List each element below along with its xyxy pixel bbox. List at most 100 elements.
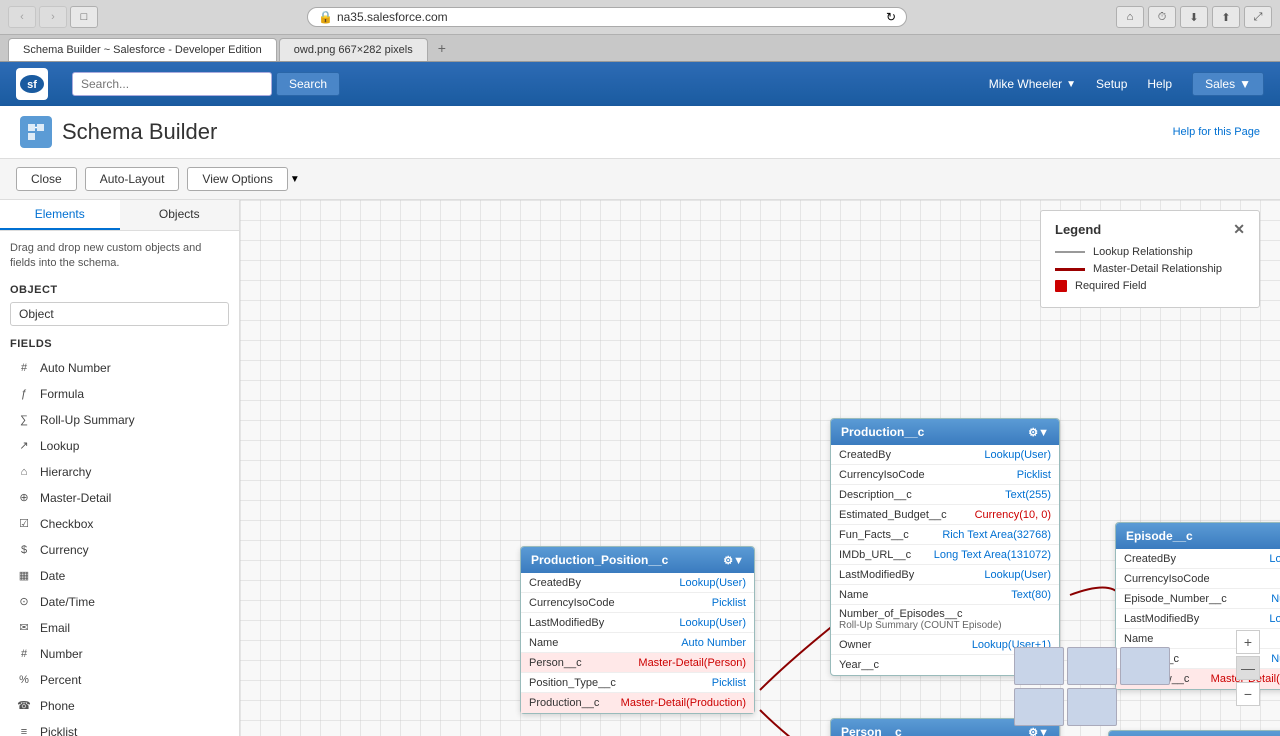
reload-icon[interactable]: ↻: [886, 10, 896, 24]
main-area: Elements Objects Drag and drop new custo…: [0, 200, 1280, 736]
field-lookup[interactable]: ↗ Lookup: [10, 434, 229, 458]
rollup-label: Roll-Up Summary: [40, 413, 135, 427]
email-icon: ✉: [16, 620, 32, 636]
field-row: LastModifiedBy Lookup(User): [831, 565, 1059, 585]
field-row: CurrencyIsoCode Picklist: [521, 593, 754, 613]
production-position-c-title: Production_Position__c: [531, 553, 668, 567]
field-picklist[interactable]: ≡ Picklist: [10, 720, 229, 736]
legend-panel: Legend ✕ Lookup Relationship Master-Deta…: [1040, 210, 1260, 308]
zoom-in-button[interactable]: +: [1236, 630, 1260, 654]
datetime-icon: ⊙: [16, 594, 32, 610]
zoom-reset-button[interactable]: —: [1236, 656, 1260, 680]
object-section-label: OBJECT: [10, 284, 229, 296]
episode-c-header[interactable]: Episode__c ⚙▼: [1116, 523, 1280, 549]
sf-search-area: Search: [72, 72, 340, 96]
partial-card-1: [1014, 647, 1064, 685]
phone-icon: ☎: [16, 698, 32, 714]
download-button[interactable]: ⬇: [1180, 6, 1208, 28]
object-input[interactable]: [10, 302, 229, 326]
phone-label: Phone: [40, 699, 75, 713]
tab-owd[interactable]: owd.png 667×282 pixels: [279, 38, 428, 61]
field-row: CurrencyIsoCode Picklist: [1116, 569, 1280, 589]
tab-schema-builder[interactable]: Schema Builder ~ Salesforce - Developer …: [8, 38, 277, 61]
field-formula[interactable]: ƒ Formula: [10, 382, 229, 406]
tab-objects[interactable]: Objects: [120, 200, 240, 230]
zoom-out-button[interactable]: −: [1236, 682, 1260, 706]
field-row: Number_of_Episodes__c Roll-Up Summary (C…: [831, 605, 1059, 635]
number-icon: #: [16, 646, 32, 662]
sales-button[interactable]: Sales ▼: [1192, 72, 1264, 96]
tab-button[interactable]: □: [70, 6, 98, 28]
sales-label: Sales: [1205, 77, 1235, 91]
auto-layout-button[interactable]: Auto-Layout: [85, 167, 180, 191]
field-row: Fun_Facts__c Rich Text Area(32768): [831, 525, 1059, 545]
checkbox-icon: ☑: [16, 516, 32, 532]
lookup-label: Lookup Relationship: [1093, 246, 1193, 258]
partial-card-2: [1067, 647, 1117, 685]
partial-card-3: [1120, 647, 1170, 685]
help-page-link[interactable]: Help for this Page: [1173, 126, 1260, 138]
setup-link[interactable]: Setup: [1096, 77, 1127, 91]
share-button[interactable]: ⬆: [1212, 6, 1240, 28]
tab-bar: Schema Builder ~ Salesforce - Developer …: [0, 35, 1280, 62]
field-percent[interactable]: % Percent: [10, 668, 229, 692]
field-number[interactable]: # Number: [10, 642, 229, 666]
zoom-button[interactable]: ⤢: [1244, 6, 1272, 28]
lookup-label: Lookup: [40, 439, 79, 453]
legend-close-button[interactable]: ✕: [1233, 221, 1245, 238]
field-datetime[interactable]: ⊙ Date/Time: [10, 590, 229, 614]
field-rollup[interactable]: ∑ Roll-Up Summary: [10, 408, 229, 432]
person-c-title: Person__c: [841, 725, 902, 736]
field-row: CreatedBy Lookup(User): [1116, 549, 1280, 569]
search-button[interactable]: Search: [276, 72, 340, 96]
lock-icon: 🔒: [318, 10, 333, 24]
hierarchy-icon: ⌂: [16, 464, 32, 480]
home-button[interactable]: ⌂: [1116, 6, 1144, 28]
field-row: CurrencyIsoCode Picklist: [831, 465, 1059, 485]
page-title-area: Schema Builder: [20, 116, 217, 148]
field-email[interactable]: ✉ Email: [10, 616, 229, 640]
address-bar[interactable]: [337, 10, 882, 24]
left-panel: Elements Objects Drag and drop new custo…: [0, 200, 240, 736]
view-options-button[interactable]: View Options: [187, 167, 287, 191]
help-link[interactable]: Help: [1147, 77, 1172, 91]
production-position-c-card: Production_Position__c ⚙▼ CreatedBy Look…: [520, 546, 755, 714]
field-row: CreatedBy Lookup(User): [521, 573, 754, 593]
production-c-title: Production__c: [841, 425, 924, 439]
panel-tabs: Elements Objects: [0, 200, 239, 231]
field-checkbox[interactable]: ☑ Checkbox: [10, 512, 229, 536]
email-label: Email: [40, 621, 70, 635]
field-auto-number[interactable]: # Auto Number: [10, 356, 229, 380]
view-options-dropdown[interactable]: View Options ▼: [187, 167, 299, 191]
episode-position-c-card: Episode_Position__c ⚙▼ Person__c Master-…: [1108, 730, 1280, 736]
tab-elements[interactable]: Elements: [0, 200, 120, 230]
production-position-c-gear[interactable]: ⚙▼: [723, 554, 744, 567]
forward-button[interactable]: ›: [39, 6, 67, 28]
toolbar: Close Auto-Layout View Options ▼: [0, 159, 1280, 200]
close-button[interactable]: Close: [16, 167, 77, 191]
user-dropdown-icon: ▼: [1066, 79, 1076, 90]
episode-position-c-header[interactable]: Episode_Position__c ⚙▼: [1109, 731, 1280, 736]
field-date[interactable]: ▦ Date: [10, 564, 229, 588]
new-tab-button[interactable]: +: [430, 35, 454, 61]
field-master-detail[interactable]: ⊕ Master-Detail: [10, 486, 229, 510]
production-position-c-header[interactable]: Production_Position__c ⚙▼: [521, 547, 754, 573]
production-c-header[interactable]: Production__c ⚙▼: [831, 419, 1059, 445]
person-c-gear[interactable]: ⚙▼: [1028, 726, 1049, 736]
picklist-icon: ≡: [16, 724, 32, 736]
field-currency[interactable]: $ Currency: [10, 538, 229, 562]
partial-card-5: [1067, 688, 1117, 726]
percent-icon: %: [16, 672, 32, 688]
back-button[interactable]: ‹: [8, 6, 36, 28]
production-c-gear[interactable]: ⚙▼: [1028, 426, 1049, 439]
master-label: Master-Detail Relationship: [1093, 263, 1222, 275]
picklist-label: Picklist: [40, 725, 77, 736]
history-button[interactable]: ⏱: [1148, 6, 1176, 28]
field-row: Production__c Master-Detail(Production): [521, 693, 754, 713]
field-hierarchy[interactable]: ⌂ Hierarchy: [10, 460, 229, 484]
legend-master-item: Master-Detail Relationship: [1055, 263, 1245, 275]
field-row: Position_Type__c Picklist: [521, 673, 754, 693]
user-menu[interactable]: Mike Wheeler ▼: [989, 77, 1076, 91]
field-phone[interactable]: ☎ Phone: [10, 694, 229, 718]
search-input[interactable]: [72, 72, 272, 96]
